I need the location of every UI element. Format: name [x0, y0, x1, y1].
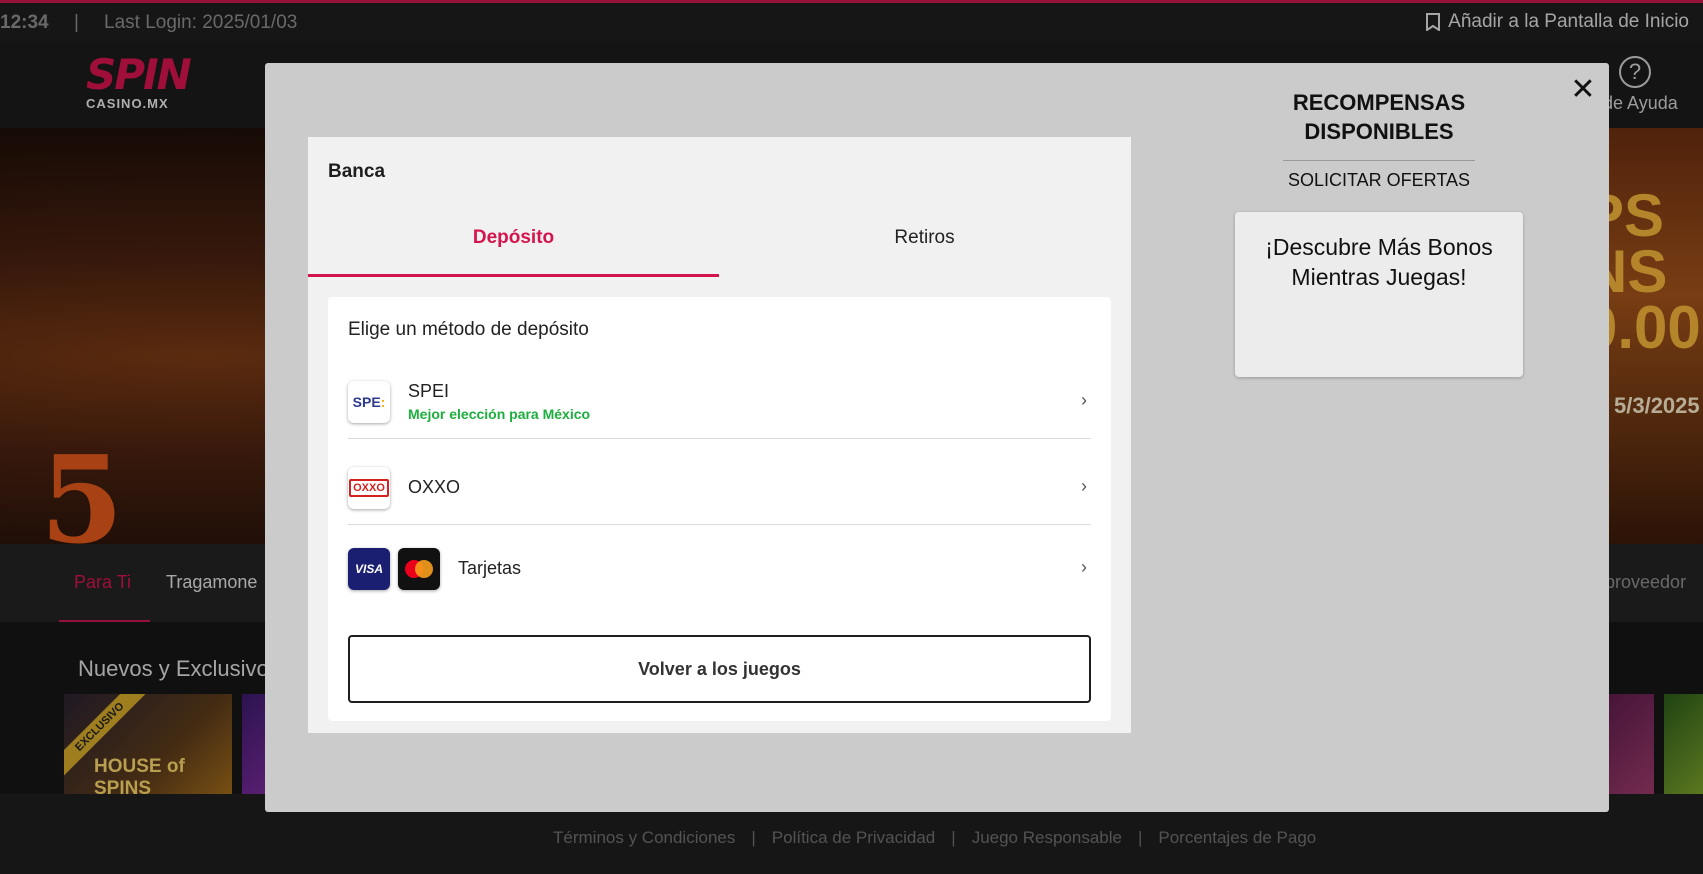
chevron-right-icon: › — [1081, 390, 1087, 410]
rewards-divider — [1283, 160, 1475, 161]
deposit-method-spei[interactable]: SPE: SPEI Mejor elección para México › — [348, 381, 1091, 423]
visa-icon: VISA — [348, 548, 390, 590]
promo-text: ¡Descubre Más Bonos Mientras Juegas! — [1265, 234, 1493, 290]
close-icon[interactable]: ✕ — [1568, 75, 1598, 105]
banca-panel: Banca Depósito Retiros Elige un método d… — [308, 137, 1131, 733]
method-label: SPEI — [408, 381, 450, 401]
banca-title: Banca — [328, 161, 386, 182]
oxxo-icon: OXXO — [348, 467, 390, 509]
spei-icon: SPE: — [348, 381, 390, 423]
method-label: Tarjetas — [458, 558, 522, 578]
chevron-right-icon: › — [1081, 476, 1087, 496]
method-recommendation: Mejor elección para México — [408, 406, 591, 422]
method-label: OXXO — [408, 477, 461, 497]
tab-deposito[interactable]: Depósito — [308, 227, 719, 249]
mastercard-icon — [398, 548, 440, 590]
deposit-method-cards[interactable]: VISA Tarjetas › — [348, 548, 1091, 590]
request-offers-link[interactable]: SOLICITAR OFERTAS — [1235, 170, 1523, 191]
method-divider — [348, 524, 1091, 525]
deposit-method-heading: Elige un método de depósito — [348, 319, 589, 340]
deposit-method-card: Elige un método de depósito SPE: SPEI Me… — [328, 297, 1111, 721]
rewards-title: RECOMPENSAS DISPONIBLES — [1292, 90, 1466, 144]
chevron-right-icon: › — [1081, 557, 1087, 577]
deposit-method-oxxo[interactable]: OXXO OXXO › — [348, 467, 1091, 509]
tab-retiros[interactable]: Retiros — [719, 227, 1130, 249]
promo-card[interactable]: ¡Descubre Más Bonos Mientras Juegas! — [1235, 212, 1523, 377]
method-divider — [348, 438, 1091, 439]
tab-active-underline — [308, 274, 719, 277]
back-to-games-button[interactable]: Volver a los juegos — [348, 635, 1091, 703]
